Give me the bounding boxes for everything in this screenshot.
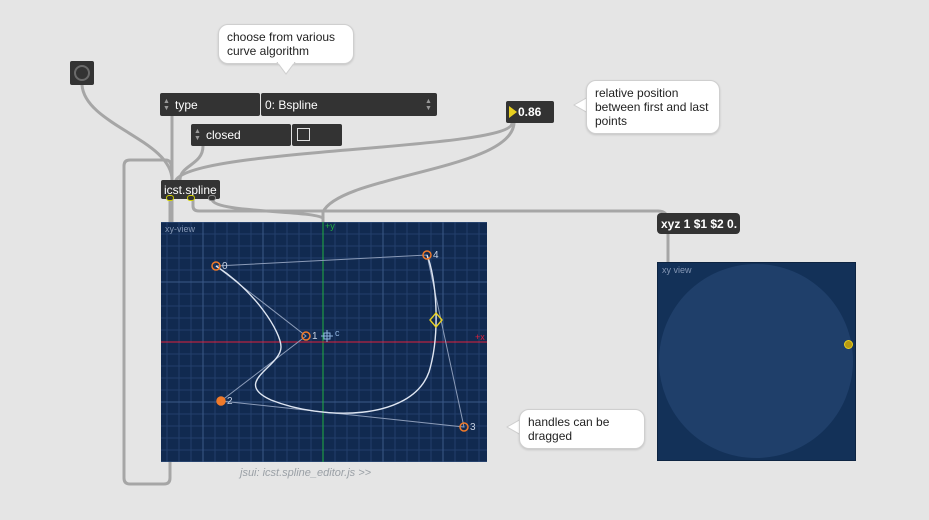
type-dropdown-value: 0: Bspline [265, 98, 318, 112]
jsui-caption[interactable]: jsui: icst.spline_editor.js >> [240, 467, 371, 479]
updown-arrows-icon: ▲ ▼ [194, 128, 201, 142]
comment-relative-position-text: relative position between first and last… [595, 86, 709, 128]
xyz-view[interactable]: xy view [657, 262, 856, 461]
message-box[interactable]: xyz 1 $1 $2 0. [657, 213, 740, 234]
cord-button-to-spline [80, 83, 174, 182]
type-dropdown[interactable]: 0: Bspline ▲ ▼ [261, 93, 437, 116]
comment-curve-algorithm: choose from various curve algorithm [218, 24, 354, 64]
flonum-value: 0.86 [518, 105, 542, 119]
outlet-left[interactable] [166, 195, 174, 201]
comment-handles-text: handles can be dragged [528, 415, 610, 443]
center-label: c [335, 328, 340, 338]
closed-label-box[interactable]: ▲ ▼ closed [191, 124, 291, 146]
bang-circle-icon [74, 65, 90, 81]
updown-arrows-icon: ▲ ▼ [163, 98, 170, 112]
cord-flonum-to-view [321, 121, 516, 224]
closed-checkbox[interactable] [297, 128, 310, 141]
type-label-box[interactable]: ▲ ▼ type [160, 93, 260, 116]
type-label: type [175, 98, 198, 112]
cord-spline-return [210, 197, 325, 220]
spline-editor-canvas[interactable]: 0 1 2 3 4 c +y +x xy-view [161, 222, 487, 462]
icst-spline-object[interactable]: icst.spline [161, 180, 220, 201]
left-view-title: xy-view [165, 224, 196, 234]
closed-label: closed [206, 128, 241, 142]
point-label-2: 2 [227, 396, 233, 407]
triangle-right-icon [509, 106, 517, 118]
comment-pointer [276, 62, 296, 75]
point-label-0: 0 [222, 261, 228, 272]
spline-editor-view[interactable]: 0 1 2 3 4 c +y +x xy-view [161, 222, 487, 462]
point-label-1: 1 [312, 331, 318, 342]
point-label-3: 3 [470, 422, 476, 433]
outlet-middle[interactable] [187, 195, 195, 201]
comment-handles: handles can be dragged [519, 409, 645, 449]
closed-toggle[interactable] [292, 124, 342, 146]
xyz-view-circle [659, 264, 853, 458]
outlet-right[interactable] [208, 195, 216, 201]
comment-curve-algorithm-text: choose from various curve algorithm [227, 30, 336, 58]
x-axis-label: +x [475, 332, 485, 342]
message-box-text: xyz 1 $1 $2 0. [661, 217, 738, 231]
comment-relative-position: relative position between first and last… [586, 80, 720, 134]
y-axis-label: +y [325, 222, 335, 231]
handle-2[interactable] [216, 396, 226, 406]
flonum-box[interactable]: 0.86 [506, 101, 554, 123]
point-label-4: 4 [433, 250, 439, 261]
bang-button[interactable] [70, 61, 94, 85]
xyz-position-dot[interactable] [844, 340, 853, 349]
right-view-title: xy view [662, 265, 692, 275]
dropdown-arrows-icon: ▲ ▼ [425, 98, 432, 112]
